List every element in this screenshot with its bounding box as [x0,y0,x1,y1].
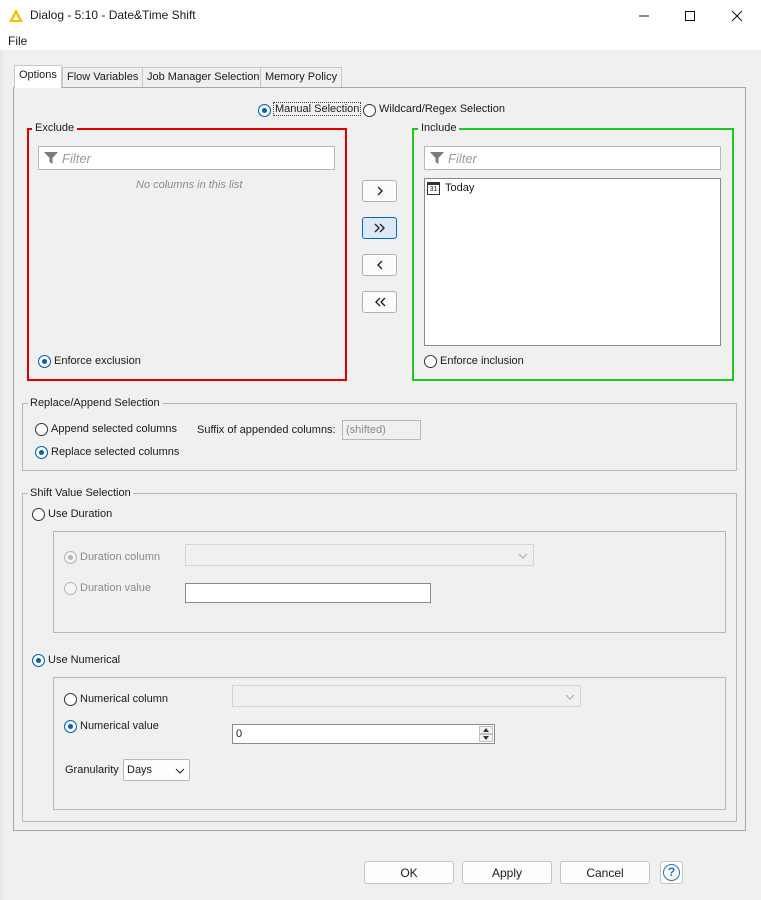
chevron-down-icon [175,768,185,774]
cancel-button[interactable]: Cancel [560,861,650,884]
enforce-exclusion-label[interactable]: Enforce exclusion [54,355,141,367]
help-button[interactable]: ? [660,861,683,884]
numerical-value-radio[interactable] [64,720,77,733]
duration-column-label[interactable]: Duration column [80,551,160,563]
include-filter-field[interactable]: Filter [424,146,721,170]
append-columns-label[interactable]: Append selected columns [51,423,177,435]
spinner-up-button[interactable] [479,726,493,734]
chevron-down-icon [565,694,575,700]
ok-button[interactable]: OK [364,861,454,884]
arrow-down-icon [483,736,489,740]
exclude-filter-placeholder: Filter [62,151,91,166]
tab-options[interactable]: Options [14,65,62,88]
enforce-inclusion-label[interactable]: Enforce inclusion [440,355,524,367]
exclude-filter-field[interactable]: Filter [38,146,335,170]
move-left-button[interactable] [362,254,397,276]
granularity-value: Days [127,764,153,776]
double-chevron-left-icon [374,297,385,307]
arrow-up-icon [483,728,489,732]
use-numerical-label[interactable]: Use Numerical [48,654,120,666]
move-all-right-button[interactable] [362,217,397,239]
menu-file[interactable]: File [8,34,27,48]
suffix-label: Suffix of appended columns: [197,424,336,436]
include-list[interactable]: 31 Today [424,178,721,346]
minimize-button[interactable] [621,0,667,32]
numerical-value-input[interactable]: 0 [236,728,242,740]
tab-flow-variables[interactable]: Flow Variables [62,67,144,87]
tab-job-manager-selection[interactable]: Job Manager Selection [142,67,265,87]
enforce-exclusion-radio[interactable] [38,355,51,368]
maximize-button[interactable] [667,0,713,32]
numerical-value-spinner[interactable]: 0 [232,724,495,744]
exclude-title: Exclude [32,122,78,134]
duration-value-radio[interactable] [64,582,77,595]
include-filter-placeholder: Filter [448,151,477,166]
shift-value-title: Shift Value Selection [28,487,133,499]
move-all-left-button[interactable] [362,291,397,313]
filter-icon [430,152,444,164]
granularity-label: Granularity [65,764,119,776]
list-item-label: Today [445,182,475,194]
replace-append-title: Replace/Append Selection [28,397,162,409]
numerical-value-label[interactable]: Numerical value [80,720,159,732]
numerical-column-select[interactable] [232,685,581,707]
chevron-down-icon [518,553,528,559]
close-button[interactable] [714,0,760,32]
window-title: Dialog - 5:10 - Date&Time Shift [30,8,196,22]
replace-columns-label[interactable]: Replace selected columns [51,446,179,458]
use-duration-radio[interactable] [32,508,45,521]
duration-column-select[interactable] [185,544,534,566]
append-columns-radio[interactable] [35,423,48,436]
chevron-right-icon [377,186,383,196]
menu-bar: File [0,32,761,50]
help-icon: ? [663,864,680,881]
exclude-empty-text: No columns in this list [136,179,243,191]
suffix-field[interactable]: (shifted) [342,420,421,440]
close-icon [731,10,743,22]
use-duration-label[interactable]: Use Duration [48,508,112,520]
manual-selection-radio[interactable] [258,104,271,117]
duration-value-field[interactable] [185,583,431,603]
wildcard-selection-radio[interactable] [363,104,376,117]
use-numerical-radio[interactable] [32,654,45,667]
filter-icon [44,152,58,164]
suffix-value: (shifted) [346,424,386,436]
double-chevron-right-icon [374,223,385,233]
replace-columns-radio[interactable] [35,446,48,459]
chevron-left-icon [376,260,382,270]
include-title: Include [418,122,460,134]
granularity-select[interactable]: Days [123,759,190,781]
wildcard-selection-label[interactable]: Wildcard/Regex Selection [379,103,505,115]
tab-memory-policy[interactable]: Memory Policy [260,67,343,87]
move-right-button[interactable] [362,180,397,202]
manual-selection-label[interactable]: Manual Selection [272,102,362,116]
maximize-icon [685,11,695,21]
duration-value-label[interactable]: Duration value [80,582,151,594]
knime-logo-icon [9,9,23,22]
list-item[interactable]: 31 Today [427,181,547,197]
numerical-column-radio[interactable] [64,693,77,706]
minimize-icon [639,15,649,17]
enforce-inclusion-radio[interactable] [424,355,437,368]
window-edge [0,50,3,900]
apply-button[interactable]: Apply [462,861,552,884]
calendar-icon: 31 [427,182,440,195]
numerical-column-label[interactable]: Numerical column [80,693,168,705]
duration-column-radio[interactable] [64,551,77,564]
spinner-down-button[interactable] [479,734,493,742]
title-bar: Dialog - 5:10 - Date&Time Shift [0,0,761,32]
